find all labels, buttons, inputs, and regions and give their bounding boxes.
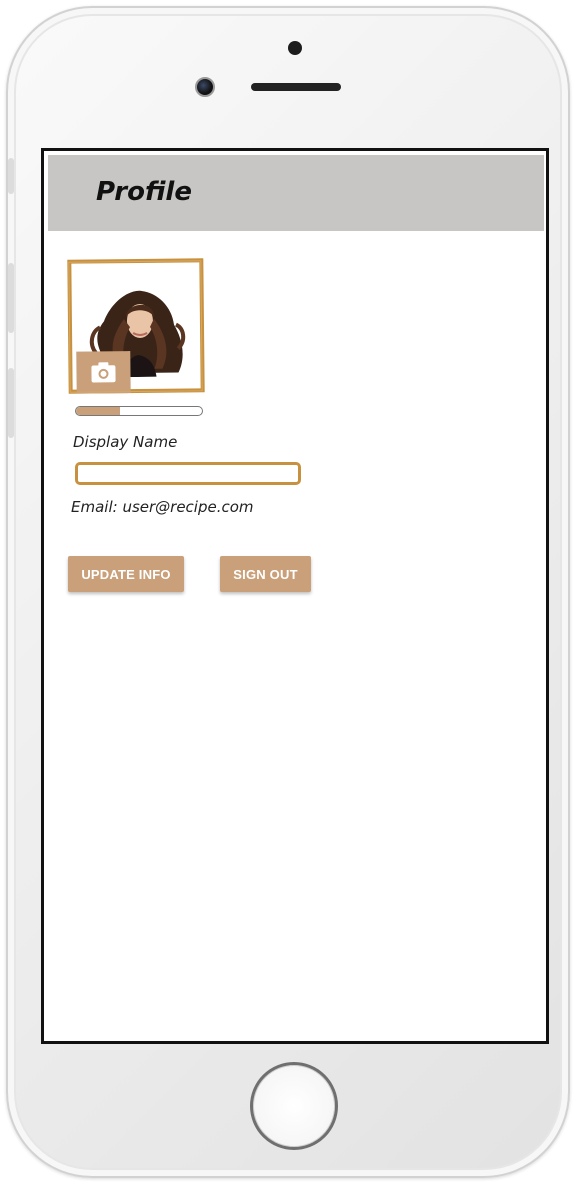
change-photo-button[interactable]: [76, 351, 131, 394]
email-text: Email: user@recipe.com: [71, 498, 254, 516]
mute-switch: [8, 158, 14, 194]
app-screen: Profile Display Name Email: user@recipe.…: [41, 148, 549, 1044]
sign-out-button[interactable]: SIGN OUT: [220, 556, 311, 592]
upload-progress-fill: [76, 407, 121, 415]
proximity-sensor: [288, 41, 302, 55]
display-name-input[interactable]: [75, 462, 301, 485]
upload-progress-bar: [75, 406, 203, 416]
volume-up-button: [8, 263, 14, 333]
camera-icon: [91, 362, 116, 383]
home-button[interactable]: [250, 1062, 338, 1150]
avatar: [67, 258, 205, 394]
earpiece-speaker: [251, 83, 341, 91]
volume-down-button: [8, 368, 14, 438]
app-bar: Profile: [48, 155, 544, 231]
page-title: Profile: [96, 177, 192, 207]
update-info-button[interactable]: UPDATE INFO: [68, 556, 184, 592]
front-camera: [195, 77, 215, 97]
display-name-label: Display Name: [73, 433, 178, 451]
